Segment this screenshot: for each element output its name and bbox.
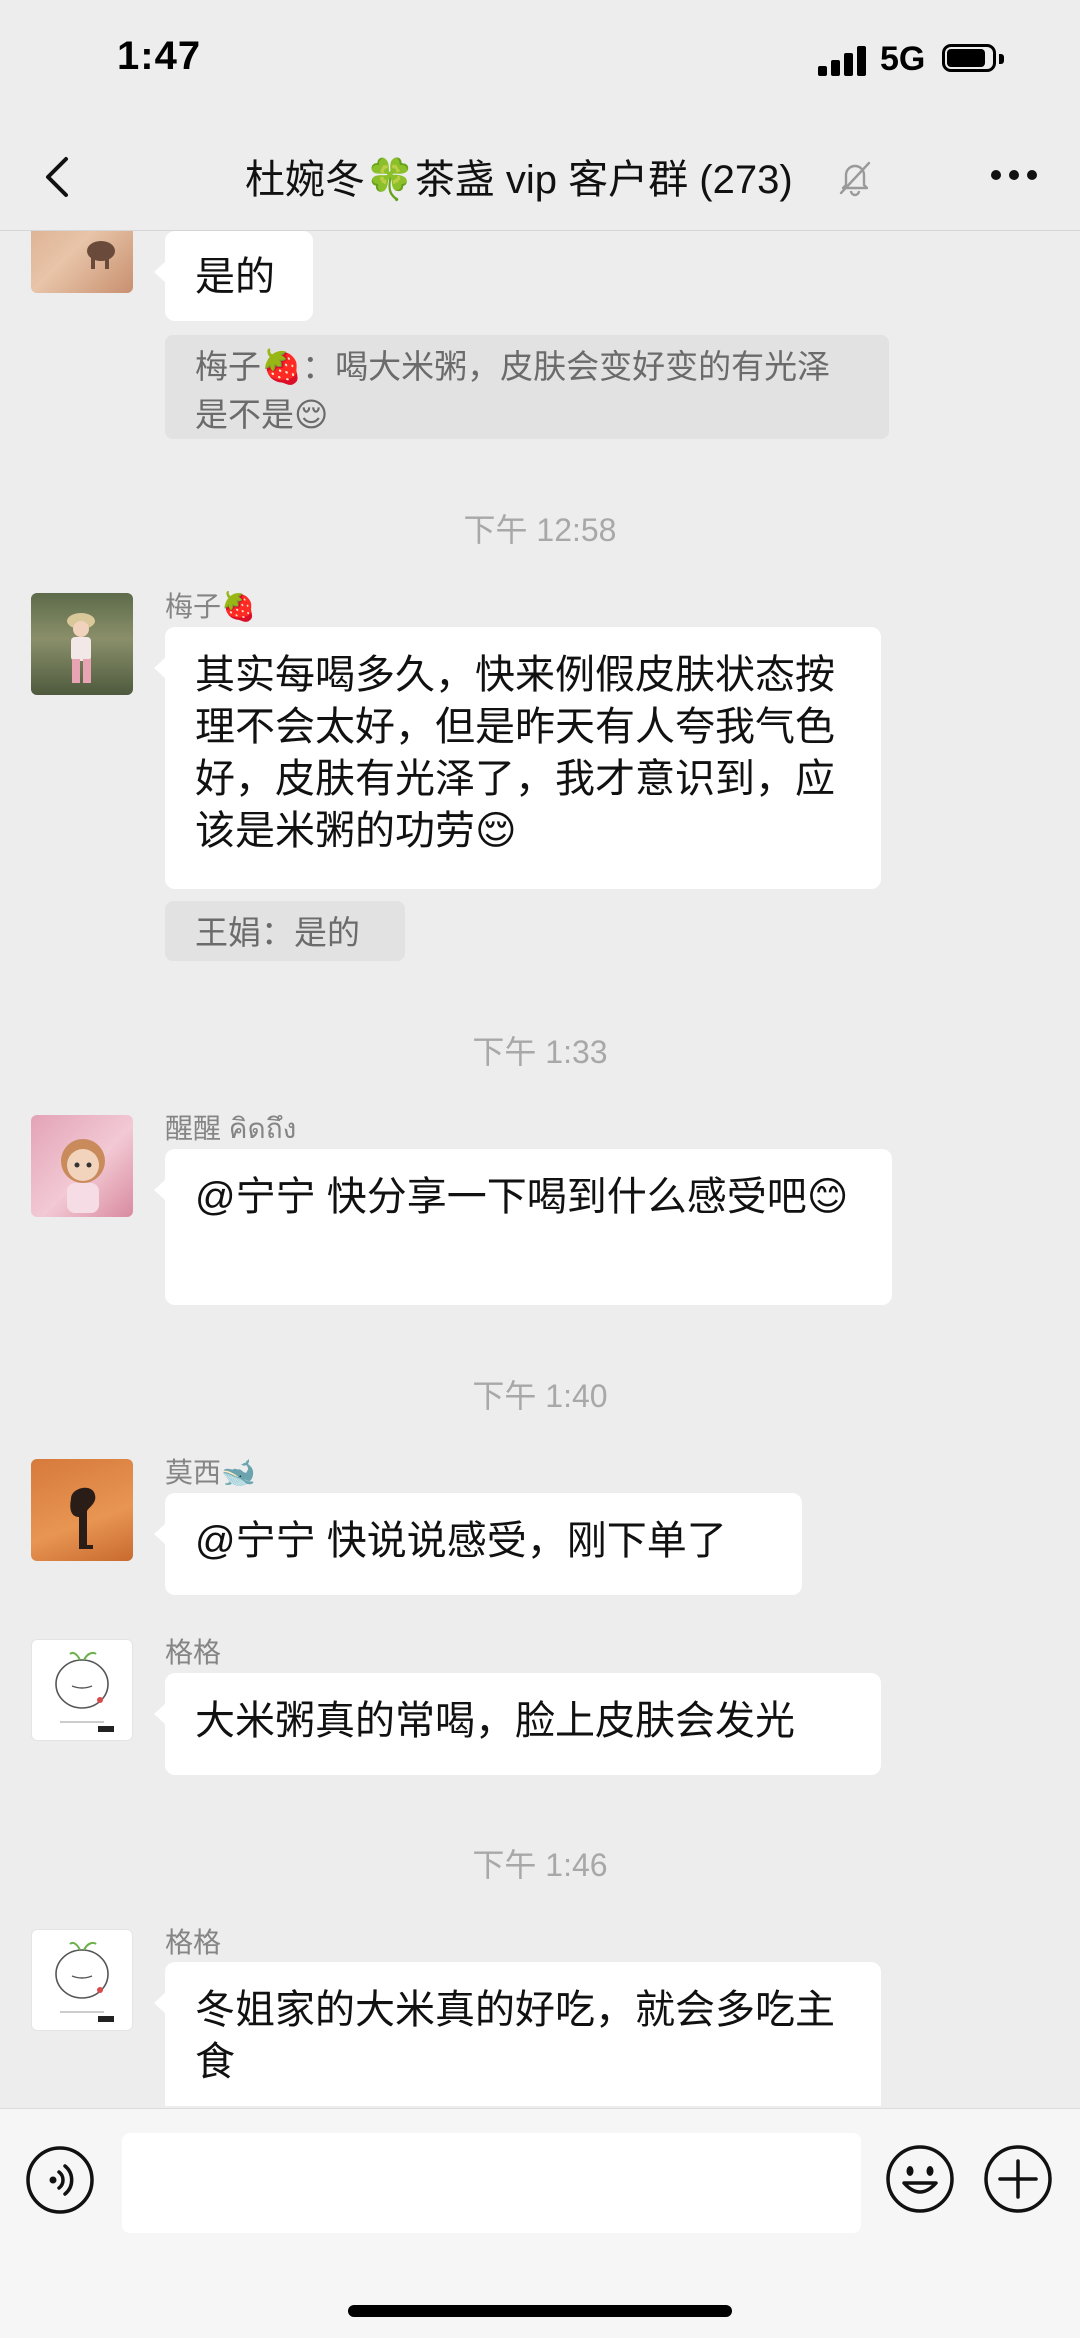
avatar[interactable]: [31, 1929, 133, 2031]
message-bubble[interactable]: 是的: [154, 231, 313, 321]
status-bar: 1:47 5G: [0, 0, 1080, 125]
avatar[interactable]: [31, 1115, 133, 1217]
input-bar: [0, 2108, 1080, 2338]
avatar[interactable]: [31, 1459, 133, 1561]
avatar[interactable]: [31, 1639, 133, 1741]
message-bubble[interactable]: 其实每喝多久，快来例假皮肤状态按理不会太好，但是昨天有人夸我气色好，皮肤有光泽了…: [154, 627, 881, 889]
voice-input-button[interactable]: [25, 2145, 95, 2215]
smiley-icon: [886, 2145, 954, 2213]
more-functions-button[interactable]: [982, 2143, 1054, 2215]
chat-header: 杜婉冬🍀茶盏 vip 客户群 (273): [0, 125, 1080, 231]
sender-name: 梅子🍓: [165, 591, 256, 622]
timestamp: 下午 1:33: [472, 1034, 608, 1070]
battery-icon: [942, 44, 1004, 76]
network-type: 5G: [880, 40, 926, 78]
sender-name: 莫西🐋: [165, 1457, 256, 1488]
timestamp: 下午 1:46: [472, 1847, 608, 1883]
avatar[interactable]: [31, 593, 133, 695]
sender-name: 格格: [165, 1927, 222, 1958]
chevron-left-icon: [46, 157, 68, 197]
sender-name: 格格: [165, 1637, 222, 1668]
status-time: 1:47: [117, 34, 202, 78]
muted-bell-icon: [839, 161, 871, 197]
message-bubble[interactable]: @宁宁 快分享一下喝到什么感受吧😊: [154, 1149, 892, 1305]
message-bubble[interactable]: @宁宁 快说说感受，刚下单了: [154, 1493, 802, 1595]
timestamp: 下午 1:40: [472, 1378, 608, 1414]
message-list[interactable]: 是的 梅子🍓：喝大米粥，皮肤会变好变的有光泽是不是😌 下午 12:58 梅子🍓 …: [0, 231, 1080, 2106]
message-input[interactable]: [122, 2133, 861, 2233]
voice-icon: [26, 2146, 94, 2214]
back-button[interactable]: [30, 145, 90, 209]
sender-name: 醒醒 คิดถึง: [165, 1113, 297, 1144]
more-dots-icon: [991, 170, 1037, 180]
chat-title: 杜婉冬🍀茶盏 vip 客户群 (273): [245, 158, 793, 202]
message-bubble[interactable]: 冬姐家的大米真的好吃，就会多吃主食: [154, 1962, 881, 2106]
signal-strength-icon: [818, 46, 868, 76]
emoji-button[interactable]: [884, 2143, 956, 2215]
timestamp: 下午 12:58: [463, 512, 617, 548]
plus-icon: [984, 2145, 1052, 2213]
message-bubble[interactable]: 大米粥真的常喝，脸上皮肤会发光: [154, 1673, 881, 1775]
quoted-message[interactable]: 王娟：是的: [165, 901, 405, 961]
quoted-message[interactable]: 梅子🍓：喝大米粥，皮肤会变好变的有光泽是不是😌: [165, 335, 889, 439]
more-options-button[interactable]: [984, 145, 1044, 205]
avatar[interactable]: [31, 231, 133, 293]
home-indicator: [348, 2305, 732, 2317]
